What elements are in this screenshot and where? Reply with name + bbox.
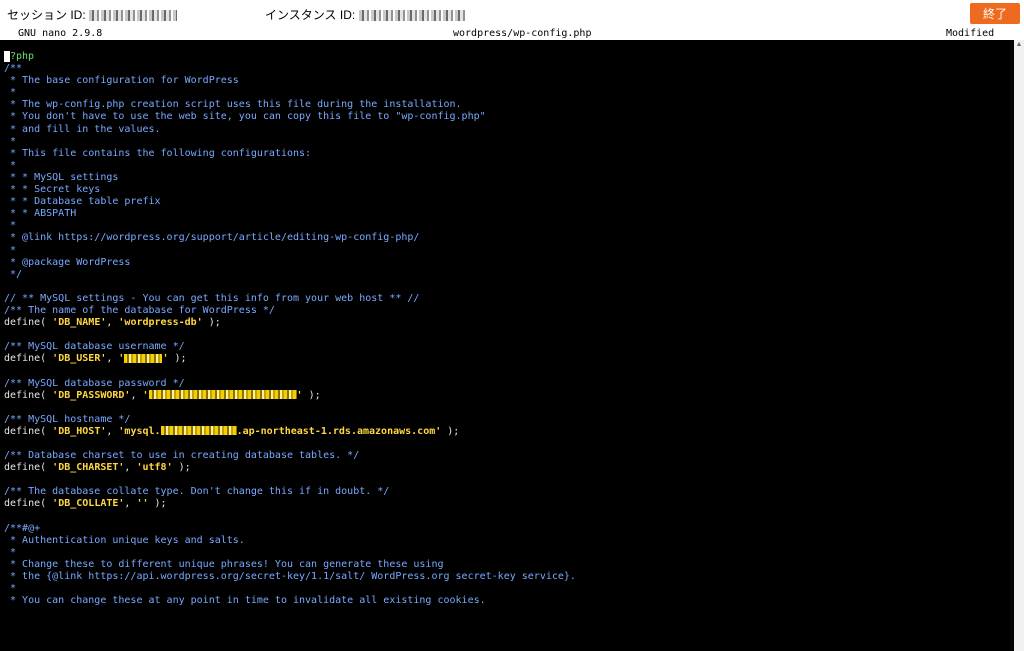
code-line: * [4,87,17,99]
session-id-redacted [89,10,178,22]
code-line: /** MySQL database username */ [4,341,185,353]
code-line: /** MySQL database password */ [4,377,185,389]
code-line: */ [4,268,23,280]
code-line: * [4,546,17,558]
code-line: * [4,220,17,232]
code-line: * * MySQL settings [4,171,119,183]
code-line: * The base configuration for WordPress [4,75,239,87]
session-header: セッション ID: インスタンス ID: 終了 [0,0,1024,27]
code-line: * Authentication unique keys and salts. [4,534,245,546]
session-id-label: セッション ID: [7,6,178,23]
code-line: * * Database table prefix [4,196,161,208]
code-line: /** [4,63,23,75]
code-line: * You can change these at any point in t… [4,595,486,607]
code-line: define( 'DB_PASSWORD', ' ' ); [4,389,321,401]
code-line: * * Secret keys [4,184,101,196]
nano-filename: wordpress/wp-config.php [453,28,592,39]
code-line: * [4,135,17,147]
code-line: define( 'DB_COLLATE', '' ); [4,498,167,510]
redacted-password [148,390,297,400]
code-line: * [4,244,17,256]
code-line: * Change these to different unique phras… [4,558,444,570]
code-line: // ** MySQL settings - You can get this … [4,292,420,304]
code-line: /** MySQL hostname */ [4,413,131,425]
scrollbar[interactable]: ▲ [1014,40,1024,651]
code-line: /** Database charset to use in creating … [4,450,360,462]
code-line: * The wp-config.php creation script uses… [4,99,462,111]
code-line: * [4,159,17,171]
code-line: define( 'DB_NAME', 'wordpress-db' ); [4,317,221,329]
nano-title-bar: GNU nano 2.9.8 wordpress/wp-config.php M… [0,27,1024,40]
scroll-up-arrow-icon[interactable]: ▲ [1014,40,1024,50]
code-line: /** The name of the database for WordPre… [4,304,275,316]
editor-content[interactable]: ?php /** * The base configuration for Wo… [4,51,1012,607]
code-line: define( 'DB_USER', ' ' ); [4,353,187,365]
instance-id-redacted [358,10,467,22]
code-line: * You don't have to use the web site, yo… [4,111,486,123]
redacted-username [124,353,163,363]
code-line: * @link https://wordpress.org/support/ar… [4,232,420,244]
code-line: /**#@+ [4,522,41,534]
nano-version: GNU nano 2.9.8 [18,28,103,39]
instance-id-label: インスタンス ID: [265,6,467,23]
code-line: define( 'DB_CHARSET', 'utf8' ); [4,462,191,474]
code-line: * @package WordPress [4,256,131,268]
nano-status: Modified [946,28,995,39]
redacted-hostname [160,426,237,436]
end-session-button[interactable]: 終了 [970,3,1020,24]
code-line: * [4,583,17,595]
code-line: * and fill in the values. [4,123,161,135]
code-line: /** The database collate type. Don't cha… [4,486,390,498]
code-line: * the {@link https://api.wordpress.org/s… [4,571,576,583]
code-line: ?php [4,51,1012,63]
code-line: * This file contains the following confi… [4,147,312,159]
code-line: define( 'DB_HOST', 'mysql. .ap-northeast-… [4,425,460,437]
code-line: * * ABSPATH [4,208,77,220]
